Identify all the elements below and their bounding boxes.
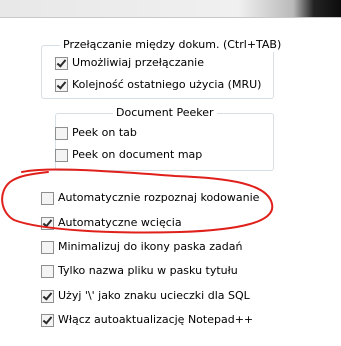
auto-update-label: Włącz autoaktualizację Notepad++: [58, 313, 254, 326]
sql-escape-option[interactable]: Użyj '\' jako znaku ucieczki dla SQL: [41, 289, 250, 303]
auto-indent-checkbox[interactable]: [41, 216, 54, 230]
mru-order-label: Kolejność ostatniego użycia (MRU): [72, 78, 262, 91]
document-peeker-group-title: Document Peeker: [113, 106, 217, 120]
mru-order-option[interactable]: Kolejność ostatniego użycia (MRU): [55, 78, 261, 92]
filename-only-title-checkbox[interactable]: [41, 264, 54, 278]
minimize-to-tray-label: Minimalizuj do ikony paska zadań: [58, 240, 243, 253]
peek-on-tab-checkbox[interactable]: [55, 126, 68, 140]
sql-escape-label: Użyj '\' jako znaku ucieczki dla SQL: [58, 289, 250, 302]
peek-on-tab-label: Peek on tab: [72, 126, 137, 139]
peek-on-docmap-label: Peek on document map: [72, 148, 203, 161]
enable-switching-label: Umożliwiaj przełączanie: [72, 56, 204, 69]
document-peeker-groupbox: Document Peeker Peek on tab Peek on docu…: [55, 106, 274, 171]
filename-only-title-option[interactable]: Tylko nazwa pliku w pasku tytułu: [41, 264, 238, 278]
filename-only-title-label: Tylko nazwa pliku w pasku tytułu: [58, 264, 238, 277]
enable-switching-checkbox[interactable]: [55, 56, 68, 70]
doc-switch-groupbox: Przełączanie między dokum. (Ctrl+TAB) Um…: [41, 38, 285, 99]
peek-on-docmap-checkbox[interactable]: [55, 148, 68, 162]
auto-indent-option[interactable]: Automatyczne wcięcia: [41, 216, 182, 230]
auto-detect-encoding-checkbox[interactable]: [41, 191, 54, 205]
auto-indent-label: Automatyczne wcięcia: [58, 216, 182, 229]
mru-order-checkbox[interactable]: [55, 78, 68, 92]
auto-detect-encoding-option[interactable]: Automatycznie rozpoznaj kodowanie: [41, 191, 259, 205]
peek-on-tab-option[interactable]: Peek on tab: [55, 126, 137, 140]
enable-switching-option[interactable]: Umożliwiaj przełączanie: [55, 56, 204, 70]
minimize-to-tray-option[interactable]: Minimalizuj do ikony paska zadań: [41, 240, 242, 254]
peek-on-docmap-option[interactable]: Peek on document map: [55, 148, 202, 162]
auto-detect-encoding-label: Automatycznie rozpoznaj kodowanie: [58, 191, 260, 204]
auto-update-option[interactable]: Włącz autoaktualizację Notepad++: [41, 313, 253, 327]
auto-update-checkbox[interactable]: [41, 313, 54, 327]
doc-switch-group-title: Przełączanie między dokum. (Ctrl+TAB): [60, 38, 285, 52]
minimize-to-tray-checkbox[interactable]: [41, 240, 54, 254]
sql-escape-checkbox[interactable]: [41, 289, 54, 303]
window-top-bar: [0, 0, 341, 18]
